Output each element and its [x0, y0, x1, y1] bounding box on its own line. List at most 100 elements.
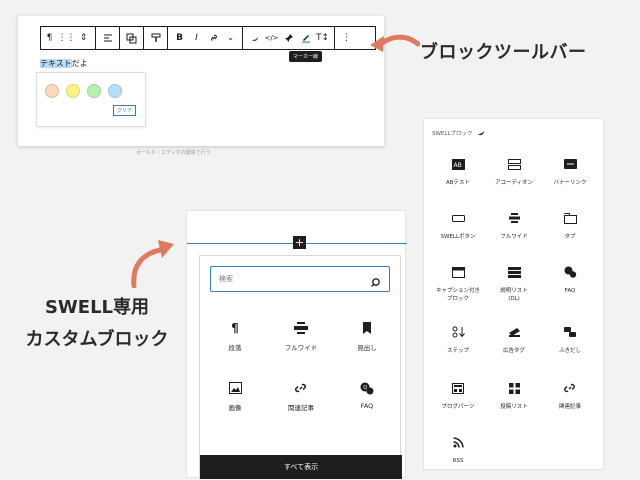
- swell-item-dl-list[interactable]: 説明リスト (DL): [484, 265, 544, 315]
- color-swatch-orange[interactable]: [45, 84, 59, 98]
- code-icon[interactable]: </>: [263, 27, 280, 49]
- block-item-image[interactable]: 画像: [205, 380, 265, 420]
- fullwide-icon: [294, 320, 308, 336]
- svg-text:Q: Q: [363, 385, 367, 391]
- swell-logo-icon: [477, 130, 484, 136]
- block-item-paragraph[interactable]: ¶ 段落: [205, 320, 265, 360]
- text-size-icon[interactable]: T↕: [314, 27, 331, 49]
- swell-item-tab[interactable]: タブ: [540, 211, 600, 261]
- editor-card: ¶ ⋮⋮ ⇕ B I ⌄ </> T↕ ⋮ マーカー線 テキストだよ クリア ボ…: [18, 16, 384, 156]
- toolbar-divider: [119, 27, 120, 49]
- swell-item-label: FAQ: [564, 288, 576, 294]
- swell-panel-header: SWELLブロック: [432, 128, 486, 137]
- toolbar-divider: [143, 27, 144, 49]
- block-item-heading[interactable]: 見出し: [337, 320, 397, 360]
- swell-logo-icon[interactable]: [246, 27, 263, 49]
- swell-item-faq[interactable]: FAQ: [540, 265, 600, 315]
- swell-item-label: SWELLボタン: [440, 234, 476, 240]
- swell-item-label: ふきだし: [558, 348, 581, 354]
- callout-line-1: SWELL専用: [44, 297, 150, 318]
- color-swatch-yellow[interactable]: [66, 84, 80, 98]
- inserter-card: + 検索 ¶ 段落 フルワイド 見出し 画像 関連記事 Q FAQ すべて表示: [186, 210, 407, 479]
- tab-icon: [563, 211, 577, 225]
- swell-item-label: キャプション付き ブロック: [435, 288, 480, 302]
- block-toolbar: ¶ ⋮⋮ ⇕ B I ⌄ </> T↕ ⋮: [40, 26, 376, 50]
- block-label: 段落: [228, 344, 242, 352]
- step-icon: [452, 325, 465, 339]
- clear-button[interactable]: クリア: [113, 105, 137, 116]
- block-item-related-post[interactable]: 関連記事: [271, 380, 331, 420]
- transform-icon[interactable]: [123, 27, 140, 49]
- custom-block-callout-label: SWELL専用 カスタムブロック: [12, 292, 182, 356]
- chevron-down-icon[interactable]: ⌄: [222, 27, 239, 49]
- swell-item-label: ABテスト: [445, 180, 471, 186]
- add-block-button[interactable]: +: [293, 236, 306, 249]
- editor-paragraph[interactable]: テキストだよ: [40, 58, 88, 69]
- swell-item-post-list[interactable]: 投稿リスト: [484, 381, 544, 431]
- button-icon: [451, 211, 465, 225]
- block-label: FAQ: [360, 402, 374, 410]
- link-icon[interactable]: [205, 27, 222, 49]
- swell-item-ab-test[interactable]: AB ABテスト: [428, 157, 488, 207]
- svg-text:AB: AB: [453, 162, 461, 169]
- swell-item-label: ステップ: [446, 348, 469, 354]
- swell-item-label: ブログパーツ: [441, 404, 475, 410]
- italic-icon[interactable]: I: [188, 27, 205, 49]
- swell-item-step[interactable]: ステップ: [428, 325, 488, 375]
- swell-panel-title: SWELLブロック: [432, 130, 473, 137]
- paragraph-icon[interactable]: ¶: [41, 27, 58, 49]
- block-item-fullwide[interactable]: フルワイド: [271, 320, 331, 360]
- pin-icon[interactable]: [280, 27, 297, 49]
- balloon-icon: [563, 325, 577, 339]
- drag-handle-icon[interactable]: ⋮⋮: [58, 27, 76, 49]
- tooltip: マーカー線: [289, 51, 323, 62]
- swell-item-ad-tag[interactable]: 広告タグ: [484, 325, 544, 375]
- toolbar-divider: [95, 27, 96, 49]
- link-icon: [564, 381, 576, 395]
- caption-icon: [451, 265, 465, 279]
- show-all-button[interactable]: すべて表示: [200, 455, 402, 479]
- toolbar-divider: [167, 27, 168, 49]
- toolbar-callout-label: ブロックツールバー: [420, 42, 587, 63]
- swell-item-banner-link[interactable]: バナーリンク: [540, 157, 600, 207]
- swell-item-label: バナーリンク: [553, 180, 587, 186]
- block-item-faq[interactable]: Q FAQ: [337, 380, 397, 420]
- block-label: 画像: [228, 404, 242, 412]
- swell-item-label: 広告タグ: [502, 348, 525, 354]
- arrow-to-inserter: [131, 240, 174, 288]
- swell-item-rss[interactable]: RSS: [428, 435, 488, 480]
- align-icon[interactable]: [99, 27, 116, 49]
- swell-item-label: 投稿リスト: [500, 404, 528, 410]
- swell-item-balloon[interactable]: ふきだし: [540, 325, 600, 375]
- search-input[interactable]: 検索: [210, 266, 390, 292]
- more-options-icon[interactable]: ⋮: [338, 27, 355, 49]
- move-updown-icon[interactable]: ⇕: [75, 27, 92, 49]
- block-label: 関連記事: [288, 404, 314, 412]
- editor-footer-text: ボールド・エディタの関係で行う: [136, 150, 211, 156]
- arrow-to-toolbar: [370, 34, 420, 52]
- bookmark-icon: [362, 320, 372, 336]
- dl-icon: [507, 265, 521, 279]
- swell-item-accordion[interactable]: アコーディオン: [484, 157, 544, 207]
- ab-test-icon: AB: [451, 157, 465, 171]
- swell-item-related-post[interactable]: 関連記事: [540, 381, 600, 431]
- swell-item-fullwide[interactable]: フルワイド: [484, 211, 544, 261]
- swell-item-label: アコーディオン: [494, 180, 534, 186]
- swell-item-swell-button[interactable]: SWELLボタン: [428, 211, 488, 261]
- bold-icon[interactable]: B: [171, 27, 188, 49]
- faq-icon: Q: [360, 380, 374, 396]
- search-icon[interactable]: [370, 273, 381, 292]
- marker-icon[interactable]: [297, 27, 314, 49]
- selected-text: テキスト: [40, 59, 72, 68]
- block-inserter: 検索 ¶ 段落 フルワイド 見出し 画像 関連記事 Q FAQ すべて表示: [199, 255, 402, 479]
- color-swatch-blue[interactable]: [108, 84, 122, 98]
- blog-parts-icon: [452, 381, 464, 395]
- banner-icon: [563, 157, 577, 171]
- format-brush-icon[interactable]: [147, 27, 164, 49]
- rss-icon: [452, 435, 464, 449]
- ad-tag-icon: [508, 325, 521, 339]
- color-swatch-green[interactable]: [87, 84, 101, 98]
- swell-item-blog-parts[interactable]: ブログパーツ: [428, 381, 488, 431]
- swell-item-caption-block[interactable]: キャプション付き ブロック: [428, 265, 488, 315]
- link-icon: [295, 380, 307, 396]
